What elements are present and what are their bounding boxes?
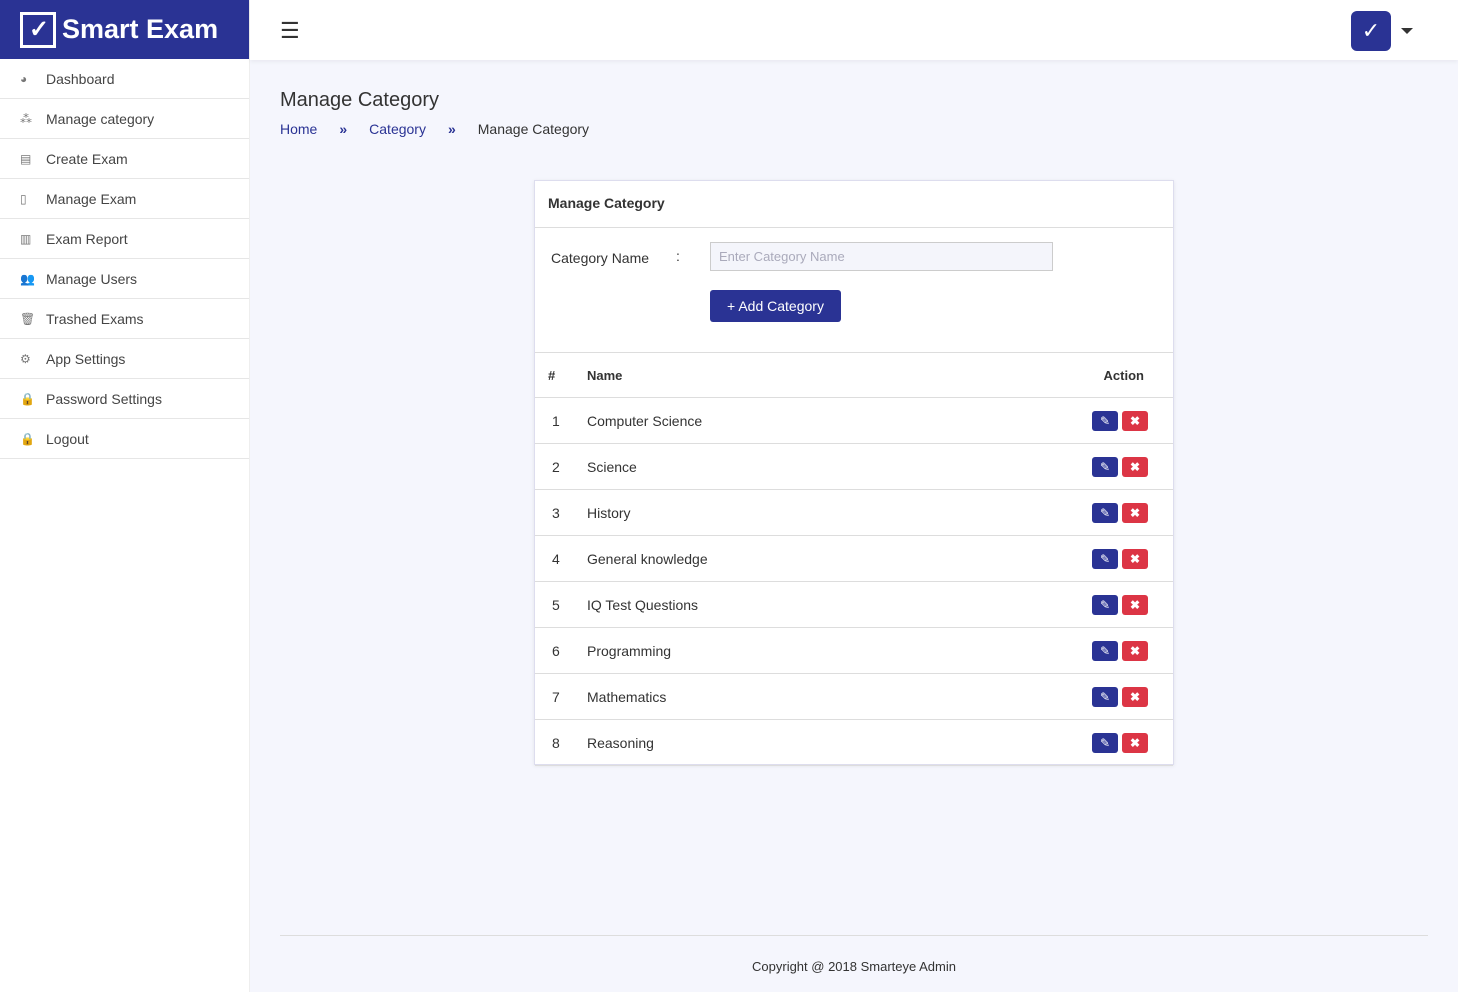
sidebar-item-app-settings[interactable]: ⚙ App Settings [0,339,249,379]
sidebar-item-password-settings[interactable]: 🔒 Password Settings [0,379,249,419]
col-number: # [535,352,587,398]
delete-button[interactable]: ✖ [1122,502,1148,523]
row-number: 4 [535,535,587,582]
sidebar-item-label: Logout [46,430,89,447]
breadcrumb-category[interactable]: Category [369,121,426,137]
table-row: 1 Computer Science ✎ ✖ [535,397,1173,444]
edit-button[interactable]: ✎ [1092,456,1118,477]
table-row: 6 Programming ✎ ✖ [535,627,1173,674]
sidebar-item-manage-exam[interactable]: ▯ Manage Exam [0,179,249,219]
footer: Copyright @ 2018 Smarteye Admin [752,959,956,974]
row-name: General knowledge [587,535,931,582]
col-action: Action [930,352,1173,398]
row-number: 2 [535,443,587,490]
edit-button[interactable]: ✎ [1092,594,1118,615]
colon: : [676,248,680,264]
sidebar-item-dashboard[interactable]: ◕ Dashboard [0,59,249,99]
col-name: Name [587,352,931,398]
row-number: 5 [535,581,587,628]
sidebar-item-create-exam[interactable]: ▤ Create Exam [0,139,249,179]
password-settings-icon: 🔒 [20,391,35,406]
row-name: History [587,489,931,536]
card-title: Manage Category [535,181,1173,228]
delete-button[interactable]: ✖ [1122,732,1148,753]
edit-button[interactable]: ✎ [1092,548,1118,569]
table-row: 5 IQ Test Questions ✎ ✖ [535,581,1173,628]
row-name: Science [587,443,931,490]
brand[interactable]: Smart Exam [0,0,249,59]
edit-button[interactable]: ✎ [1092,502,1118,523]
add-category-button[interactable]: + Add Category [710,290,841,322]
manage-category-card: Manage Category Category Name : + Add Ca… [534,180,1174,766]
create-exam-icon: ▤ [20,151,32,166]
breadcrumb-home[interactable]: Home [280,121,317,137]
category-table: # Name Action 1 Computer Science ✎ ✖ 2 Scienc… [535,352,1173,766]
sidebar-item-logout[interactable]: 🔒 Logout [0,419,249,459]
app-settings-icon: ⚙ [20,351,31,366]
table-row: 3 History ✎ ✖ [535,489,1173,536]
row-number: 6 [535,627,587,674]
row-number: 3 [535,489,587,536]
row-number: 7 [535,673,587,720]
chevron-down-icon[interactable] [1401,28,1413,40]
edit-button[interactable]: ✎ [1092,686,1118,707]
row-name: Computer Science [587,397,931,444]
manage-exam-icon: ▯ [20,191,27,206]
sidebar-item-label: App Settings [46,350,126,367]
breadcrumb-separator-icon: » [447,121,456,137]
delete-button[interactable]: ✖ [1122,594,1148,615]
sidebar-item-label: Exam Report [46,230,128,247]
row-name: Programming [587,627,931,674]
topbar: ☰ ✓ [250,0,1458,60]
sidebar-item-label: Manage Users [46,270,138,287]
table-row: 2 Science ✎ ✖ [535,443,1173,490]
row-number: 1 [535,397,587,444]
breadcrumb-current: Manage Category [477,121,590,137]
sidebar-item-label: Manage Exam [46,190,137,207]
table-row: 8 Reasoning ✎ ✖ [535,719,1173,766]
breadcrumb-separator-icon: » [339,121,348,137]
row-name: Reasoning [587,719,931,766]
sidebar: Smart Exam ◕ Dashboard ⁂ Manage category ▤ Cr… [0,0,250,992]
sidebar-item-trashed-exams[interactable]: 🗑 Trashed Exams [0,299,249,339]
logout-icon: 🔒 [20,431,35,446]
category-name-label: Category Name [551,250,650,266]
category-name-input[interactable] [710,242,1053,271]
sidebar-item-label: Dashboard [46,70,115,87]
breadcrumb: Home » Category » Manage Category [280,121,589,137]
sidebar-item-label: Password Settings [46,390,162,407]
row-number: 8 [535,719,587,766]
exam-report-icon: ▥ [20,231,32,246]
page-title: Manage Category [280,89,439,111]
edit-button[interactable]: ✎ [1092,732,1118,753]
table-row: 7 Mathematics ✎ ✖ [535,673,1173,720]
row-name: Mathematics [587,673,931,720]
menu-icon[interactable]: ☰ [280,20,300,42]
sidebar-item-exam-report[interactable]: ▥ Exam Report [0,219,249,259]
delete-button[interactable]: ✖ [1122,548,1148,569]
dashboard-icon: ◕ [20,71,28,86]
manage-users-icon: 👥 [20,271,35,286]
sidebar-item-label: Trashed Exams [46,310,144,327]
sidebar-item-label: Create Exam [46,150,128,167]
edit-button[interactable]: ✎ [1092,640,1118,661]
logo-icon [20,11,56,48]
delete-button[interactable]: ✖ [1122,456,1148,477]
delete-button[interactable]: ✖ [1122,640,1148,661]
manage-category-icon: ⁂ [20,111,32,126]
sidebar-item-label: Manage category [46,110,155,127]
row-name: IQ Test Questions [587,581,931,628]
sidebar-item-manage-category[interactable]: ⁂ Manage category [0,99,249,139]
trashed-exams-icon: 🗑 [20,311,36,326]
divider [280,935,1428,936]
delete-button[interactable]: ✖ [1122,410,1148,431]
sidebar-item-manage-users[interactable]: 👥 Manage Users [0,259,249,299]
edit-button[interactable]: ✎ [1092,410,1118,431]
avatar[interactable]: ✓ [1351,11,1391,51]
brand-name: Smart Exam [62,14,219,44]
table-row: 4 General knowledge ✎ ✖ [535,535,1173,582]
delete-button[interactable]: ✖ [1122,686,1148,707]
